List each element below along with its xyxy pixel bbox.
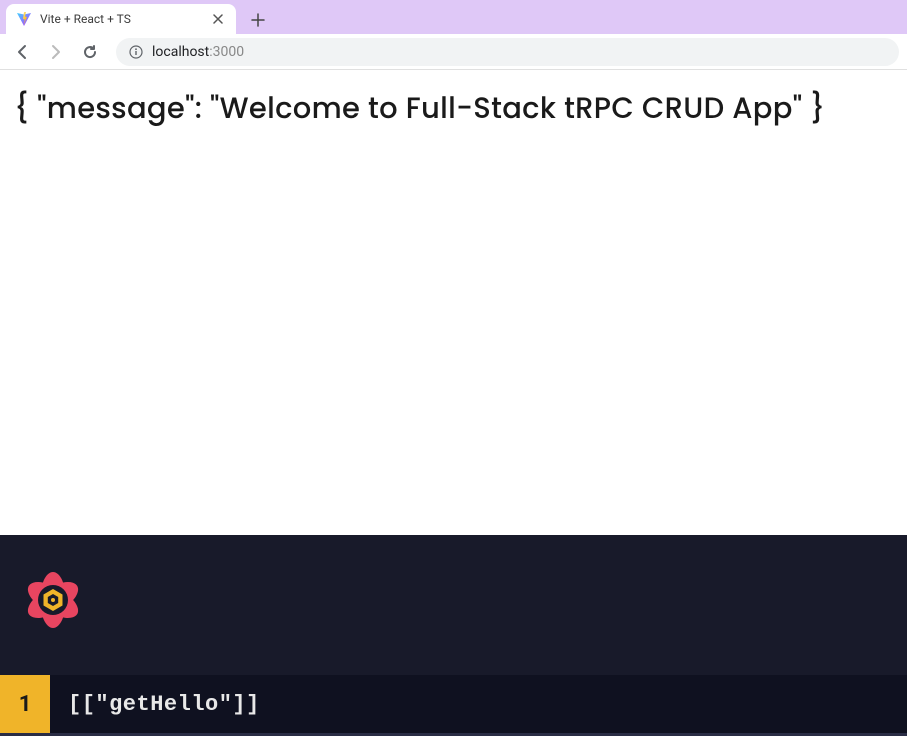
url-port: :3000 bbox=[209, 44, 244, 60]
query-key: [["getHello"]] bbox=[50, 675, 260, 733]
react-query-logo-icon bbox=[18, 565, 88, 635]
back-button[interactable] bbox=[8, 38, 36, 66]
tab-title: Vite + React + TS bbox=[40, 12, 210, 26]
address-bar[interactable]: localhost:3000 bbox=[116, 38, 899, 66]
json-message-display: { "message": "Welcome to Full-Stack tRPC… bbox=[14, 88, 893, 131]
query-observer-count: 1 bbox=[0, 675, 50, 733]
reload-button[interactable] bbox=[76, 38, 104, 66]
close-tab-button[interactable] bbox=[210, 11, 226, 27]
page-content: { "message": "Welcome to Full-Stack tRPC… bbox=[0, 70, 907, 149]
vite-favicon-icon bbox=[16, 11, 32, 27]
react-query-devtools: 1 [["getHello"]] bbox=[0, 535, 907, 736]
forward-button[interactable] bbox=[42, 38, 70, 66]
site-info-icon[interactable] bbox=[128, 44, 144, 60]
browser-tab[interactable]: Vite + React + TS bbox=[6, 4, 236, 34]
tab-bar: Vite + React + TS bbox=[0, 0, 907, 34]
url-text: localhost:3000 bbox=[152, 44, 244, 60]
navigation-bar: localhost:3000 bbox=[0, 34, 907, 70]
devtools-header bbox=[0, 535, 907, 675]
new-tab-button[interactable] bbox=[244, 6, 272, 34]
query-list-item[interactable]: 1 [["getHello"]] bbox=[0, 675, 907, 733]
url-host: localhost bbox=[152, 44, 209, 60]
